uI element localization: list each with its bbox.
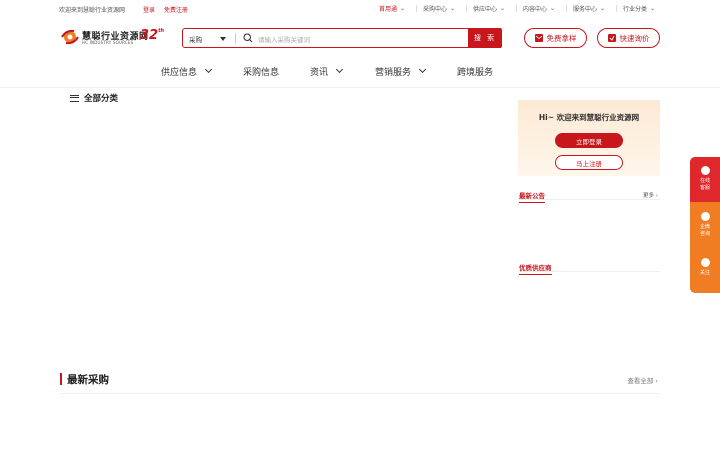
logo-mark-icon: [61, 29, 79, 45]
site-logo[interactable]: 慧聪行业资源网 HC INDUSTRY SOURCES 32th: [60, 28, 164, 48]
search-icon: [243, 33, 253, 43]
chevron-down-icon: [335, 65, 344, 74]
welcome-text: 欢迎来到慧聪行业资源网: [59, 7, 126, 14]
mainnav-item-supply[interactable]: 供应信息: [161, 65, 213, 78]
mainnav-label: 营销服务: [375, 68, 412, 78]
news-title: 最新公告: [519, 190, 545, 203]
chevron-down-icon: ⌄: [499, 5, 506, 12]
mainnav-item-marketing[interactable]: 营销服务: [375, 65, 427, 78]
chevron-down-icon: [204, 65, 213, 74]
suppliers-section-header: 优质供应商: [518, 262, 660, 275]
chevron-down-icon: ⌄: [599, 5, 606, 12]
mainnav-label: 跨境服务: [457, 68, 494, 78]
top-bar: 欢迎来到慧聪行业资源网 登录 免费注册 首用通 ⌄ 采购中心 ⌄ 供应中心 ⌄ …: [0, 0, 720, 17]
anniversary-badge: 32th: [140, 28, 164, 43]
search-bar: 采购 请输入采购关键词 搜 索: [182, 28, 502, 48]
topnav-label: 供应中心: [473, 6, 498, 13]
chat-icon: [700, 212, 710, 221]
news-more-label: 更多: [643, 193, 655, 199]
menu-icon: [70, 94, 79, 102]
mainnav-label: 供应信息: [161, 68, 198, 78]
search-category-select[interactable]: 采购: [189, 34, 202, 44]
topnav-item-service-center[interactable]: 服务中心 ⌄: [573, 4, 618, 13]
free-sample-label: 免费拿样: [546, 33, 577, 43]
divider: [616, 5, 618, 12]
mainnav-item-purchase[interactable]: 采购信息: [243, 65, 279, 78]
topnav-label: 采购中心: [423, 6, 448, 13]
online-service-button[interactable]: 在线 客服: [690, 157, 720, 202]
chevron-down-icon: ⌄: [549, 5, 556, 12]
wecom-consult-button[interactable]: 企微 咨询: [690, 203, 720, 248]
topnav-item-supply-center[interactable]: 供应中心 ⌄: [473, 4, 518, 13]
anniversary-number: 32: [140, 28, 159, 43]
chevron-down-icon: ⌄: [649, 5, 656, 12]
follow-button[interactable]: 关注: [690, 249, 720, 293]
mainnav-label: 资讯: [310, 68, 329, 78]
chevron-down-icon: ⌄: [399, 5, 406, 12]
mainnav-item-news[interactable]: 资讯: [310, 65, 344, 78]
register-button[interactable]: 马上注册: [555, 155, 623, 170]
divider: [566, 5, 568, 12]
topnav-item-content-center[interactable]: 内容中心 ⌄: [523, 4, 568, 13]
divider: [416, 5, 418, 12]
divider: [466, 5, 468, 12]
quick-inquiry-button[interactable]: 快速询价: [597, 28, 660, 48]
topnav-item-shouyongtong[interactable]: 首用通 ⌄: [379, 4, 418, 13]
wechat-icon: [700, 258, 710, 267]
search-button[interactable]: 搜 索: [468, 28, 502, 48]
chevron-down-icon: ⌄: [449, 5, 456, 12]
section-marker: [60, 373, 62, 385]
float-label-2: 客服: [699, 185, 710, 191]
login-button[interactable]: 立即登录: [555, 133, 623, 148]
topnav-label: 行业分类: [623, 6, 648, 13]
latest-purchase-header: 最新采购 查看全部 ›: [60, 372, 660, 394]
topnav-item-purchase-center[interactable]: 采购中心 ⌄: [423, 4, 468, 13]
quick-inquiry-label: 快速询价: [619, 33, 650, 43]
float-label-1: 关注: [699, 270, 710, 276]
latest-purchase-title: 最新采购: [67, 374, 109, 386]
chevron-down-icon: [418, 65, 427, 74]
news-more-link[interactable]: 更多 ›: [643, 191, 658, 199]
float-label-1: 企微: [699, 224, 710, 230]
register-link[interactable]: 免费注册: [164, 5, 188, 14]
headset-icon: [700, 166, 710, 175]
mainnav-item-crossborder[interactable]: 跨境服务: [457, 65, 493, 78]
topnav-label: 首用通: [379, 6, 398, 13]
topnav-item-industry-category[interactable]: 行业分类 ⌄: [623, 4, 655, 13]
all-categories-button[interactable]: 全部分类: [60, 88, 150, 108]
welcome-greeting: Hi~ 欢迎来到慧聪行业资源网: [538, 113, 640, 122]
float-label-2: 咨询: [699, 231, 710, 237]
inquiry-icon: [607, 34, 616, 42]
float-label-1: 在线: [699, 178, 710, 184]
news-section-header: 最新公告 更多 ›: [518, 190, 660, 203]
topnav-label: 内容中心: [523, 6, 548, 13]
floating-service-bar: 在线 客服 企微 咨询 关注: [690, 157, 720, 293]
topnav-label: 服务中心: [573, 6, 598, 13]
view-all-link[interactable]: 查看全部 ›: [627, 375, 658, 385]
login-link[interactable]: 登录: [143, 5, 155, 14]
caret-down-icon[interactable]: [220, 37, 226, 41]
suppliers-title: 优质供应商: [519, 262, 552, 275]
logo-name-en: HC INDUSTRY SOURCES: [82, 40, 134, 45]
divider: [235, 33, 236, 44]
free-sample-button[interactable]: 免费拿样: [524, 28, 587, 48]
mail-icon: [534, 34, 543, 42]
mainnav-label: 采购信息: [243, 68, 280, 78]
anniversary-suffix: th: [158, 27, 165, 34]
all-categories-label: 全部分类: [84, 94, 119, 104]
welcome-card: Hi~ 欢迎来到慧聪行业资源网 立即登录 马上注册: [518, 100, 660, 176]
view-all-label: 查看全部: [627, 377, 654, 385]
search-input[interactable]: 请输入采购关键词: [258, 34, 310, 44]
divider: [516, 5, 518, 12]
